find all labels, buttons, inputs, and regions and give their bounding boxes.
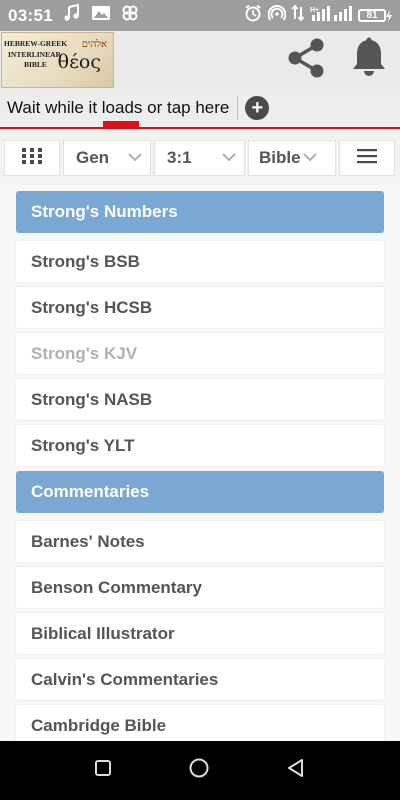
battery-icon: 81 — [358, 9, 392, 22]
home-icon[interactable] — [188, 757, 210, 784]
alarm-icon — [244, 4, 262, 27]
app-logo[interactable]: HEBREW-GREEK INTERLINEAR BIBLE אלהים θέο… — [1, 32, 114, 88]
navigation-toolbar: Gen 3:1 Bible — [0, 131, 400, 185]
list-item-strongs-nasb[interactable]: Strong's NASB — [16, 379, 384, 420]
recents-icon[interactable] — [94, 759, 112, 782]
logo-hebrew: אלהים — [81, 39, 107, 50]
list-item-benson-commentary[interactable]: Benson Commentary — [16, 567, 384, 608]
list-item-strongs-bsb[interactable]: Strong's BSB — [16, 241, 384, 282]
logo-greek: θέος — [57, 51, 101, 73]
chevron-down-icon — [128, 149, 142, 167]
music-icon — [63, 3, 81, 27]
status-left-icons — [63, 3, 139, 27]
chevron-down-icon — [302, 149, 317, 167]
logo-line-2: INTERLINEAR — [8, 50, 61, 59]
list-item-calvins-commentaries[interactable]: Calvin's Commentaries — [16, 659, 384, 700]
image-icon — [91, 5, 111, 26]
list-item-cambridge-bible[interactable]: Cambridge Bible — [16, 705, 384, 746]
chapter-selector-label: 3:1 — [167, 148, 192, 167]
system-nav-bar — [0, 741, 400, 800]
list-item-barnes-notes[interactable]: Barnes' Notes — [16, 521, 384, 562]
app-header: HEBREW-GREEK INTERLINEAR BIBLE אלהים θέο… — [0, 31, 400, 89]
signal-icon: H+ — [310, 4, 352, 27]
battery-level: 81 — [358, 9, 386, 22]
list-item-strongs-hcsb[interactable]: Strong's HCSB — [16, 287, 384, 328]
bell-icon[interactable] — [350, 37, 388, 84]
back-icon[interactable] — [286, 758, 306, 783]
book-selector-label: Gen — [76, 148, 110, 167]
list-item-biblical-illustrator[interactable]: Biblical Illustrator — [16, 613, 384, 654]
list-item-strongs-ylt[interactable]: Strong's YLT — [16, 425, 384, 466]
load-text[interactable]: Wait while it loads or tap here — [7, 98, 229, 118]
logo-line-3: BIBLE — [24, 60, 47, 69]
load-banner[interactable]: Wait while it loads or tap here + — [0, 89, 400, 129]
data-arrows-icon — [291, 4, 305, 27]
hamburger-menu-icon — [357, 148, 377, 169]
grid-icon — [21, 147, 43, 170]
header-actions — [284, 36, 388, 85]
grid-button[interactable] — [4, 140, 60, 176]
share-icon[interactable] — [284, 36, 328, 85]
status-time: 03:51 — [8, 5, 53, 25]
status-right-icons: H+ 81 — [244, 4, 392, 27]
hotspot-icon — [267, 4, 287, 27]
status-bar: 03:51 H+ 81 — [0, 0, 400, 31]
version-selector-label: Bible — [259, 148, 301, 167]
section-header-strongs: Strong's Numbers — [16, 191, 384, 233]
chevron-down-icon — [222, 149, 236, 167]
chapter-selector[interactable]: 3:1 — [154, 140, 245, 176]
load-progress-indicator — [103, 121, 139, 129]
load-divider — [237, 96, 239, 120]
section-header-commentaries: Commentaries — [16, 471, 384, 513]
version-selector[interactable]: Bible — [248, 140, 336, 176]
resource-list: Strong's Numbers Strong's BSB Strong's H… — [16, 191, 384, 751]
list-item-strongs-kjv[interactable]: Strong's KJV — [16, 333, 384, 374]
logo-line-1: HEBREW-GREEK — [4, 39, 68, 48]
menu-button[interactable] — [339, 140, 395, 176]
plus-icon[interactable]: + — [245, 96, 270, 120]
book-selector[interactable]: Gen — [63, 140, 151, 176]
pinwheel-icon — [121, 4, 139, 27]
